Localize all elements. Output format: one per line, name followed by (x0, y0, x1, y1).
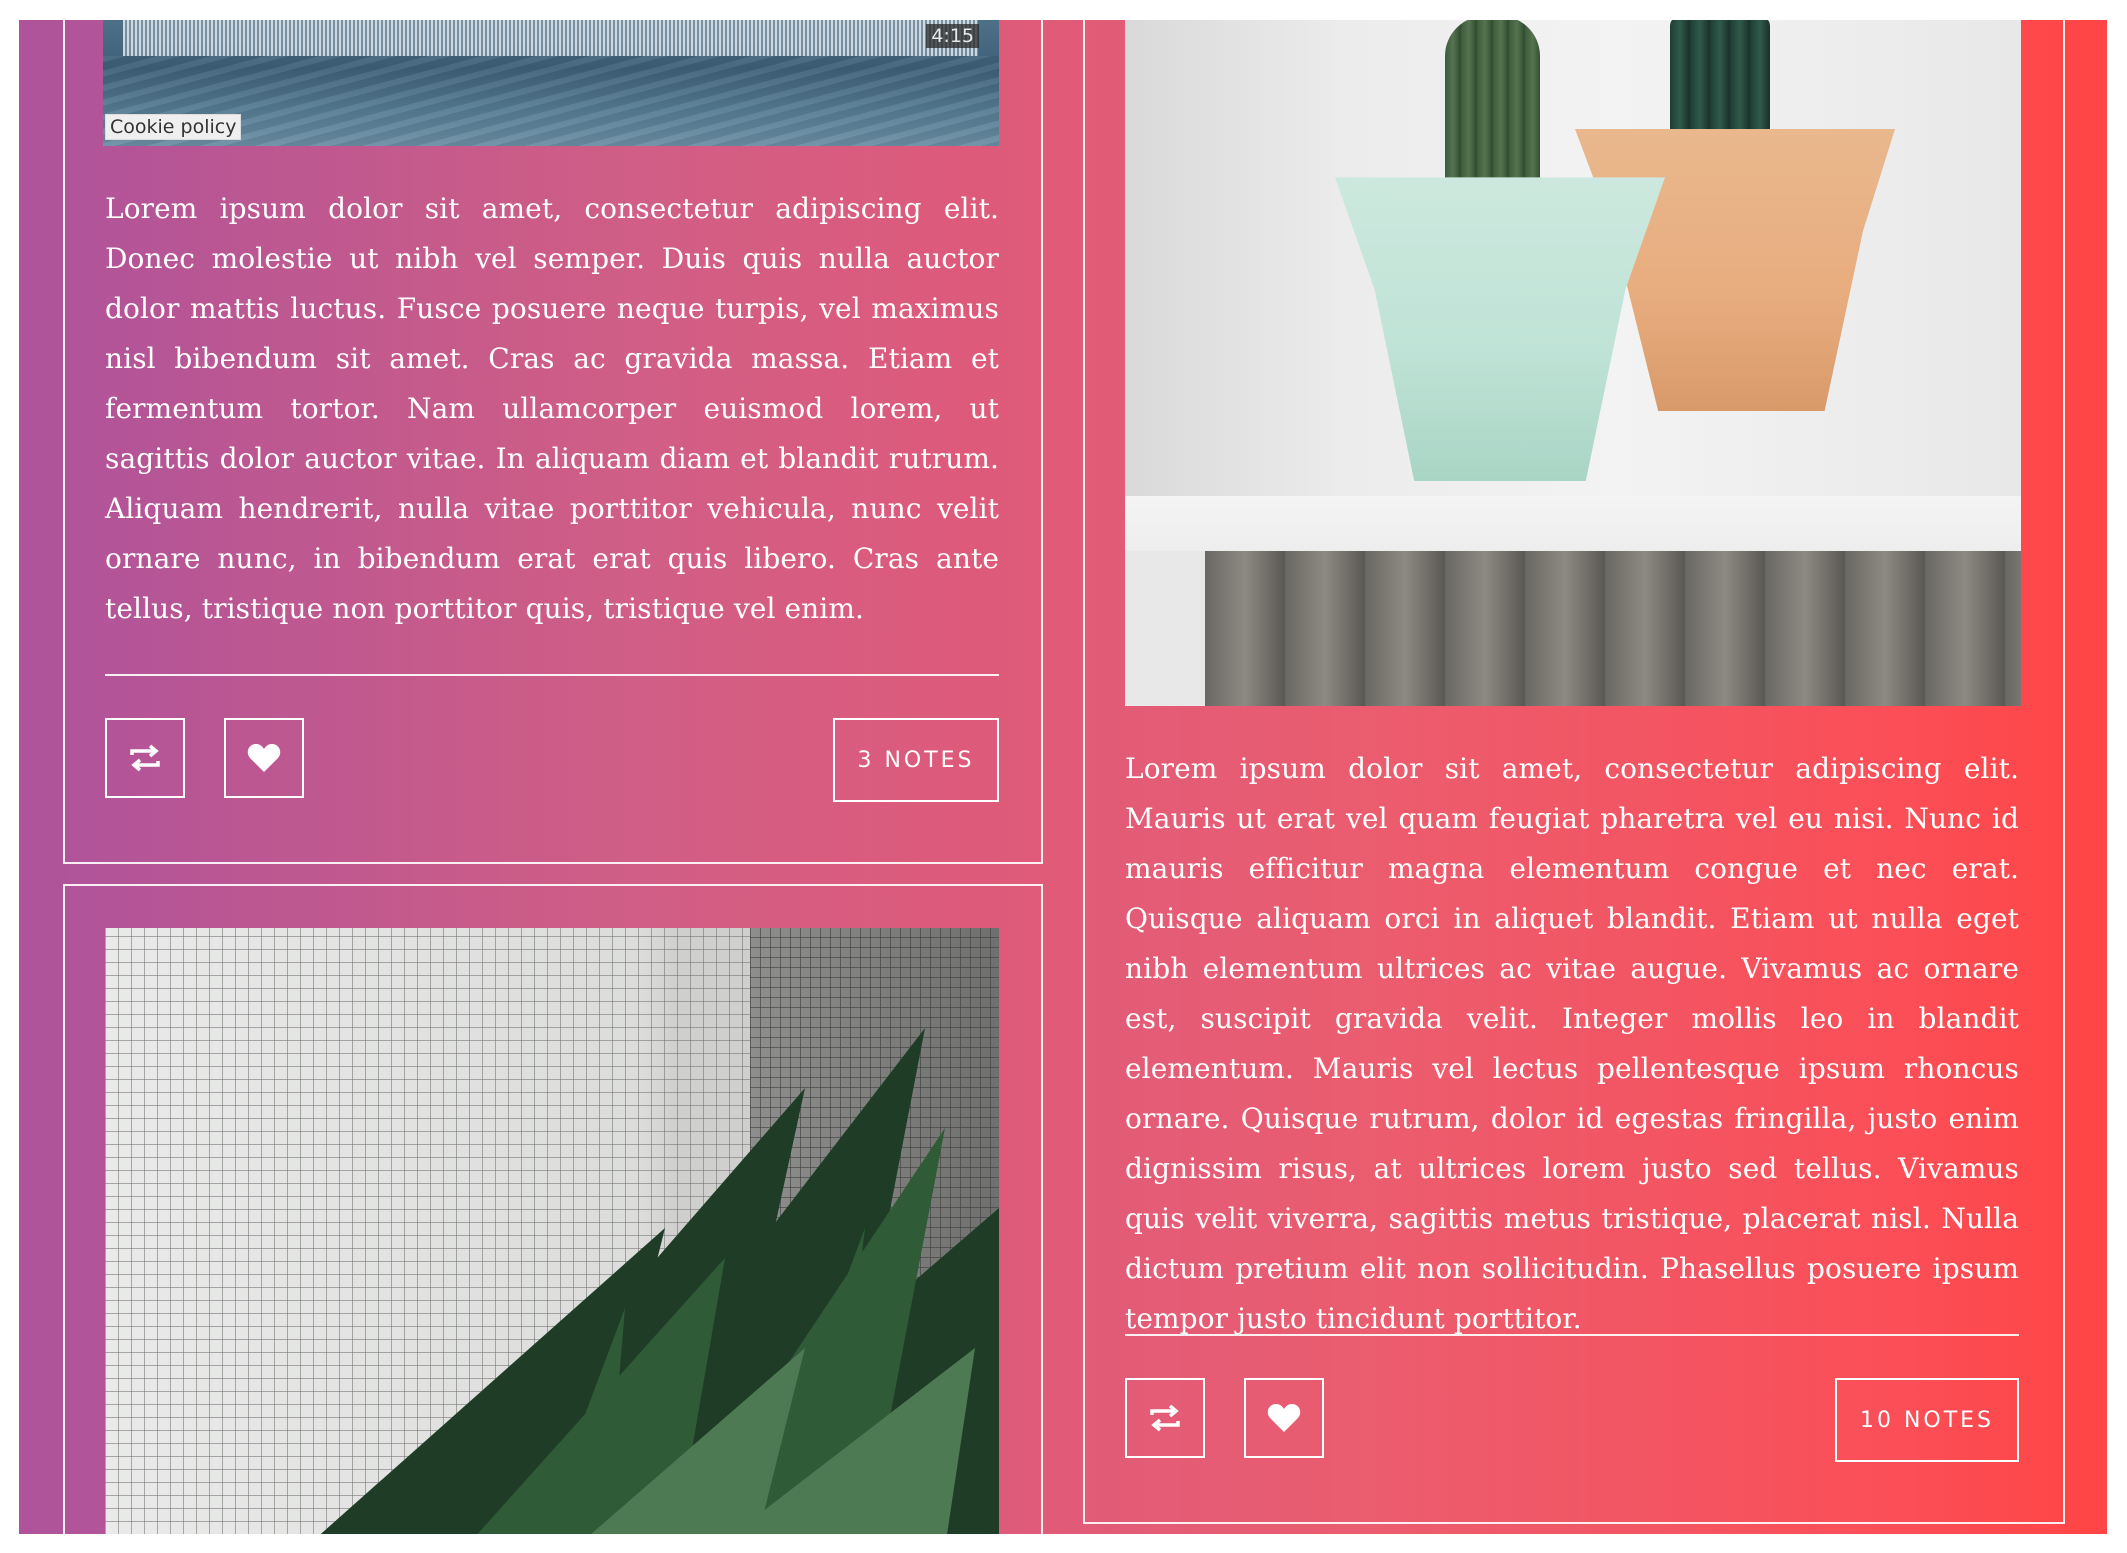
divider (1125, 1334, 2019, 1336)
heart-icon (1267, 1404, 1301, 1432)
reblog-button[interactable] (1125, 1378, 1205, 1458)
cookie-policy-link[interactable]: Cookie policy (105, 114, 242, 140)
plant-leaves (320, 1028, 999, 1534)
reblog-button[interactable] (105, 718, 185, 798)
like-button[interactable] (224, 718, 304, 798)
divider (105, 674, 999, 676)
notes-button[interactable]: 10 NOTES (1835, 1378, 2019, 1462)
reblog-icon (1150, 1404, 1180, 1432)
post-photo[interactable] (1125, 20, 2021, 706)
radiator (1205, 551, 2021, 706)
notes-button[interactable]: 3 NOTES (833, 718, 999, 802)
post-body: Lorem ipsum dolor sit amet, consectetur … (1125, 752, 2019, 1335)
post-body: Lorem ipsum dolor sit amet, consectetur … (105, 192, 999, 625)
audio-duration: 4:15 (926, 24, 979, 48)
blog-feed: 4:15 Cookie policy Lorem ipsum dolor sit… (19, 20, 2107, 1534)
reblog-icon (130, 744, 160, 772)
heart-icon (247, 744, 281, 772)
audio-waveform[interactable] (123, 20, 978, 56)
radiator-edge (1125, 551, 1205, 706)
like-button[interactable] (1244, 1378, 1324, 1458)
post-photo[interactable] (105, 928, 999, 1534)
